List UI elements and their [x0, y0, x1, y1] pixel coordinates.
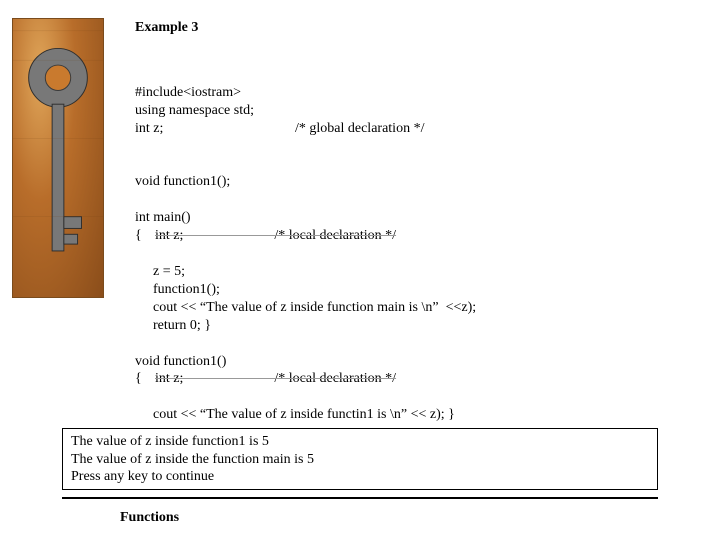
- code-line-strike: int z; /* local declaration */: [155, 227, 396, 245]
- code-line: using namespace std;: [135, 103, 254, 118]
- example-title: Example 3: [135, 20, 705, 36]
- key-illustration: [12, 18, 104, 298]
- output-line: The value of z inside function1 is 5: [71, 433, 649, 451]
- code-block: #include<iostram> using namespace std; i…: [135, 66, 705, 424]
- code-line: int z;: [135, 120, 295, 138]
- code-comment: /* global declaration */: [295, 120, 424, 138]
- code-line: cout << “The value of z inside functin1 …: [135, 407, 455, 422]
- output-line: Press any key to continue: [71, 468, 649, 486]
- code-line: void function1();: [135, 174, 230, 189]
- code-line-strike: int z; /* local declaration */: [155, 370, 396, 388]
- code-line: void function1(): [135, 354, 226, 369]
- code-line: #include<iostram>: [135, 85, 241, 100]
- code-line: function1();: [135, 282, 220, 297]
- footer-rule: [62, 497, 658, 499]
- output-line: The value of z inside the function main …: [71, 451, 649, 469]
- slide-content: Example 3 #include<iostram> using namesp…: [135, 20, 705, 424]
- code-line: {: [135, 370, 155, 388]
- code-line: return 0; }: [135, 318, 211, 333]
- code-line: int main(): [135, 210, 191, 225]
- code-line: {: [135, 227, 155, 245]
- code-line: cout << “The value of z inside function …: [135, 300, 476, 315]
- output-box: The value of z inside function1 is 5 The…: [62, 428, 658, 490]
- code-line: z = 5;: [135, 264, 185, 279]
- footer-label: Functions: [120, 510, 179, 526]
